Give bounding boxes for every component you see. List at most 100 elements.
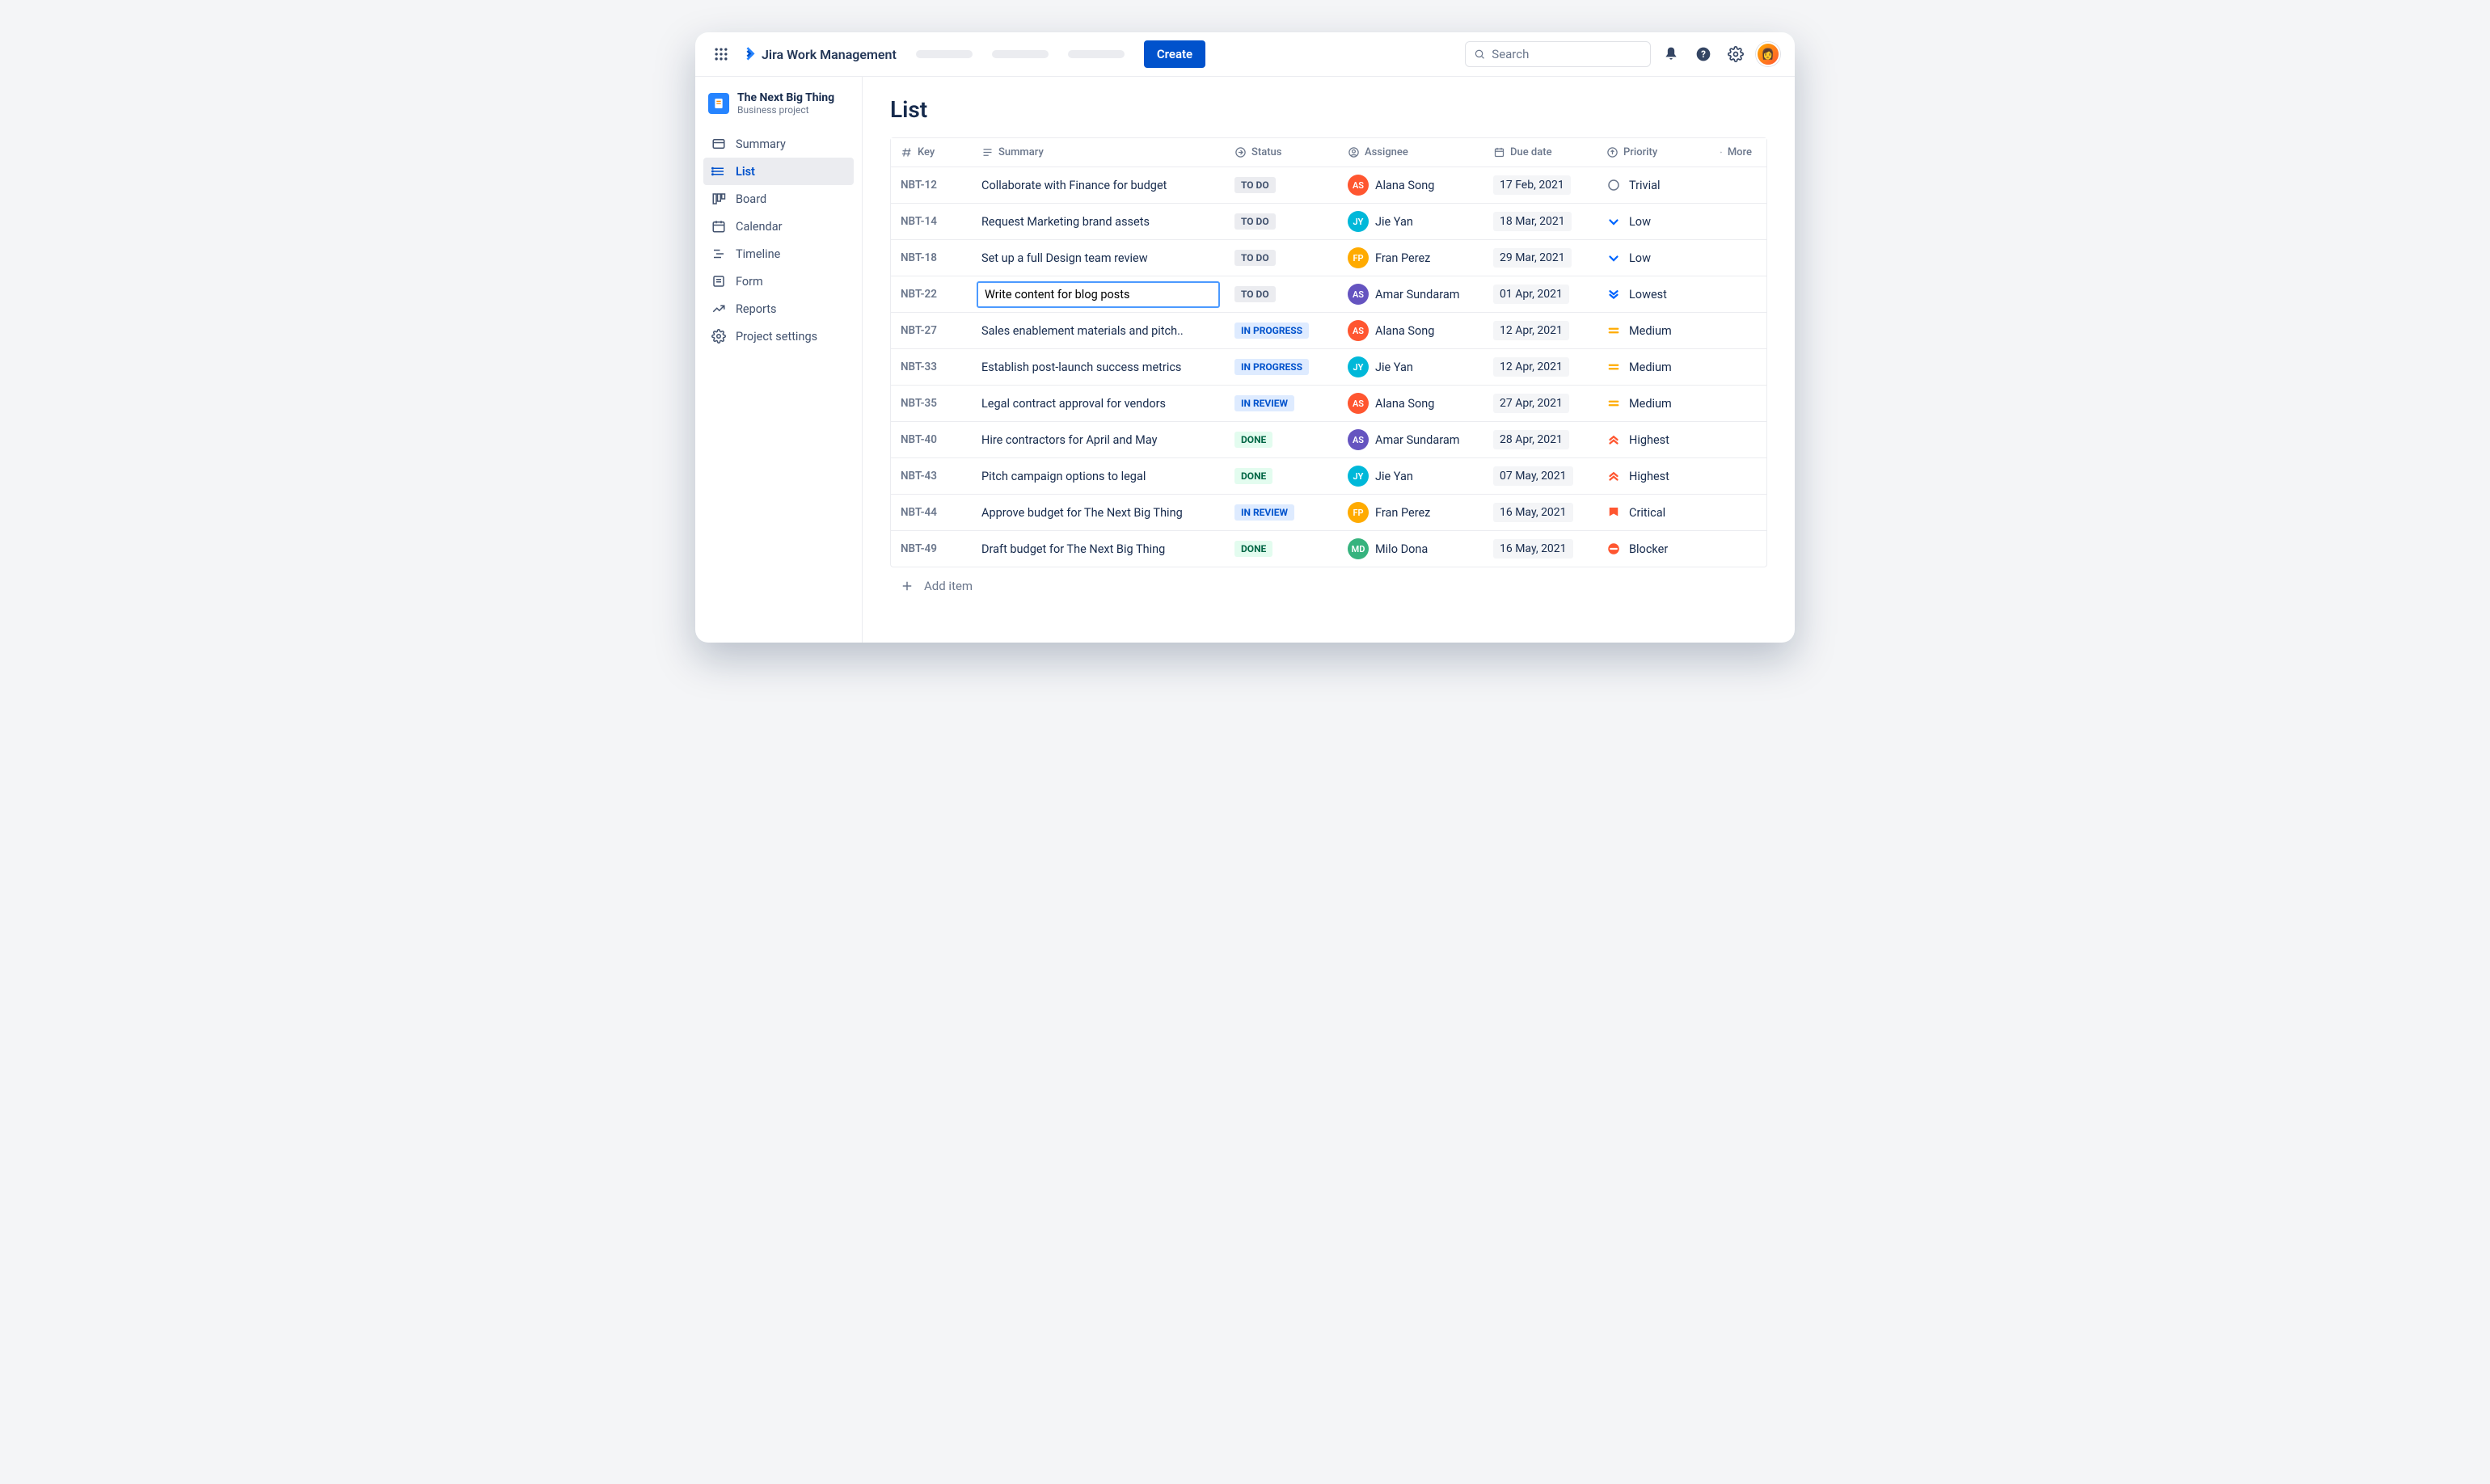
- col-header-summary[interactable]: Summary: [972, 138, 1225, 167]
- status-badge[interactable]: TO DO: [1234, 213, 1276, 230]
- issue-key[interactable]: NBT-18: [901, 251, 937, 264]
- issue-summary[interactable]: Collaborate with Finance for budget: [981, 179, 1167, 192]
- issue-summary[interactable]: Approve budget for The Next Big Thing: [981, 506, 1183, 520]
- status-badge[interactable]: TO DO: [1234, 250, 1276, 266]
- sidebar-item-reports[interactable]: Reports: [703, 295, 854, 323]
- status-badge[interactable]: IN PROGRESS: [1234, 323, 1309, 339]
- issue-summary[interactable]: Legal contract approval for vendors: [981, 397, 1166, 411]
- assignee-avatar[interactable]: JY: [1348, 356, 1369, 377]
- assignee-avatar[interactable]: JY: [1348, 466, 1369, 487]
- priority-cell[interactable]: Medium: [1606, 360, 1672, 374]
- col-header-assignee[interactable]: Assignee: [1338, 138, 1483, 167]
- issue-key[interactable]: NBT-33: [901, 360, 937, 373]
- issue-key[interactable]: NBT-43: [901, 470, 937, 483]
- col-header-due[interactable]: Due date: [1483, 138, 1597, 167]
- sidebar-item-timeline[interactable]: Timeline: [703, 240, 854, 268]
- due-date[interactable]: 27 Apr, 2021: [1493, 394, 1569, 413]
- settings-icon[interactable]: [1724, 42, 1748, 66]
- priority-cell[interactable]: Low: [1606, 214, 1651, 229]
- issue-summary[interactable]: Sales enablement materials and pitch..: [981, 324, 1184, 338]
- issue-key[interactable]: NBT-22: [901, 288, 937, 301]
- product-logo[interactable]: Jira Work Management: [741, 46, 897, 62]
- sidebar-item-list[interactable]: List: [703, 158, 854, 185]
- issue-key[interactable]: NBT-49: [901, 542, 937, 555]
- priority-cell[interactable]: Medium: [1606, 396, 1672, 411]
- assignee-avatar[interactable]: AS: [1348, 393, 1369, 414]
- due-date[interactable]: 01 Apr, 2021: [1493, 285, 1569, 304]
- due-date[interactable]: 29 Mar, 2021: [1493, 248, 1572, 268]
- due-date[interactable]: 16 May, 2021: [1493, 503, 1573, 522]
- due-date[interactable]: 12 Apr, 2021: [1493, 321, 1569, 340]
- search-input[interactable]: [1492, 47, 1642, 61]
- assignee-avatar[interactable]: JY: [1348, 211, 1369, 232]
- app-switcher-icon[interactable]: [710, 43, 732, 65]
- table-row[interactable]: NBT-49Draft budget for The Next Big Thin…: [891, 531, 1766, 567]
- status-badge[interactable]: DONE: [1234, 432, 1272, 448]
- table-row[interactable]: NBT-33 Establish post-launch success metr…: [891, 349, 1766, 386]
- assignee-avatar[interactable]: AS: [1348, 284, 1369, 305]
- col-header-status[interactable]: Status: [1225, 138, 1338, 167]
- priority-cell[interactable]: Low: [1606, 251, 1651, 265]
- table-row[interactable]: NBT-22TO DOASAmar Sundaram01 Apr, 2021Lo…: [891, 276, 1766, 313]
- issue-key[interactable]: NBT-35: [901, 397, 937, 410]
- table-row[interactable]: NBT-44 Approve budget for The Next Big Th…: [891, 495, 1766, 531]
- issue-summary[interactable]: Pitch campaign options to legal: [981, 470, 1146, 483]
- due-date[interactable]: 16 May, 2021: [1493, 539, 1573, 559]
- status-badge[interactable]: IN PROGRESS: [1234, 359, 1309, 375]
- col-header-key[interactable]: Key: [891, 138, 972, 167]
- priority-cell[interactable]: Critical: [1606, 505, 1665, 520]
- due-date[interactable]: 18 Mar, 2021: [1493, 212, 1572, 231]
- assignee-avatar[interactable]: FP: [1348, 247, 1369, 268]
- sidebar-item-form[interactable]: Form: [703, 268, 854, 295]
- status-badge[interactable]: DONE: [1234, 468, 1272, 484]
- assignee-avatar[interactable]: MD: [1348, 538, 1369, 559]
- issue-summary[interactable]: Establish post-launch success metrics: [981, 360, 1181, 374]
- issue-key[interactable]: NBT-12: [901, 179, 937, 192]
- priority-cell[interactable]: Lowest: [1606, 287, 1667, 301]
- due-date[interactable]: 12 Apr, 2021: [1493, 357, 1569, 377]
- sidebar-item-summary[interactable]: Summary: [703, 130, 854, 158]
- status-badge[interactable]: IN REVIEW: [1234, 504, 1294, 521]
- sidebar-item-board[interactable]: Board: [703, 185, 854, 213]
- issue-summary[interactable]: Set up a full Design team review: [981, 251, 1148, 265]
- table-row[interactable]: NBT-27 Sales enablement materials and pit…: [891, 313, 1766, 349]
- table-row[interactable]: NBT-14 Request Marketing brand assets TO D…: [891, 204, 1766, 240]
- assignee-avatar[interactable]: AS: [1348, 320, 1369, 341]
- table-row[interactable]: NBT-12 Collaborate with Finance for budge…: [891, 167, 1766, 204]
- issue-key[interactable]: NBT-27: [901, 324, 937, 337]
- col-header-priority[interactable]: Priority: [1597, 138, 1710, 167]
- table-row[interactable]: NBT-43 Pitch campaign options to legal DON…: [891, 458, 1766, 495]
- assignee-avatar[interactable]: FP: [1348, 502, 1369, 523]
- issue-summary[interactable]: Hire contractors for April and May: [981, 433, 1157, 447]
- project-header[interactable]: The Next Big Thing Business project: [703, 91, 854, 130]
- create-button[interactable]: Create: [1144, 40, 1205, 68]
- profile-avatar[interactable]: 👩: [1756, 42, 1780, 66]
- assignee-avatar[interactable]: AS: [1348, 175, 1369, 196]
- issue-key[interactable]: NBT-14: [901, 215, 937, 228]
- priority-cell[interactable]: Medium: [1606, 323, 1672, 338]
- issue-summary[interactable]: Request Marketing brand assets: [981, 215, 1150, 229]
- sidebar-item-calendar[interactable]: Calendar: [703, 213, 854, 240]
- add-item-button[interactable]: Add item: [890, 567, 1767, 605]
- status-badge[interactable]: DONE: [1234, 541, 1272, 557]
- summary-input[interactable]: [977, 281, 1220, 308]
- sidebar-item-project-settings[interactable]: Project settings: [703, 323, 854, 350]
- issue-key[interactable]: NBT-40: [901, 433, 937, 446]
- assignee-avatar[interactable]: AS: [1348, 429, 1369, 450]
- status-badge[interactable]: TO DO: [1234, 177, 1276, 193]
- priority-cell[interactable]: Trivial: [1606, 178, 1661, 192]
- search-box[interactable]: [1465, 41, 1651, 67]
- table-row[interactable]: NBT-35 Legal contract approval for vendor…: [891, 386, 1766, 422]
- due-date[interactable]: 17 Feb, 2021: [1493, 175, 1571, 195]
- issue-key[interactable]: NBT-44: [901, 506, 937, 519]
- due-date[interactable]: 07 May, 2021: [1493, 466, 1573, 486]
- table-row[interactable]: NBT-18 Set up a full Design team review TO…: [891, 240, 1766, 276]
- help-icon[interactable]: ?: [1691, 42, 1716, 66]
- notifications-icon[interactable]: [1659, 42, 1683, 66]
- col-header-more[interactable]: More: [1710, 138, 1766, 167]
- status-badge[interactable]: TO DO: [1234, 286, 1276, 302]
- priority-cell[interactable]: Highest: [1606, 432, 1669, 447]
- priority-cell[interactable]: Highest: [1606, 469, 1669, 483]
- table-row[interactable]: NBT-40 Hire contractors for April and May…: [891, 422, 1766, 458]
- due-date[interactable]: 28 Apr, 2021: [1493, 430, 1569, 449]
